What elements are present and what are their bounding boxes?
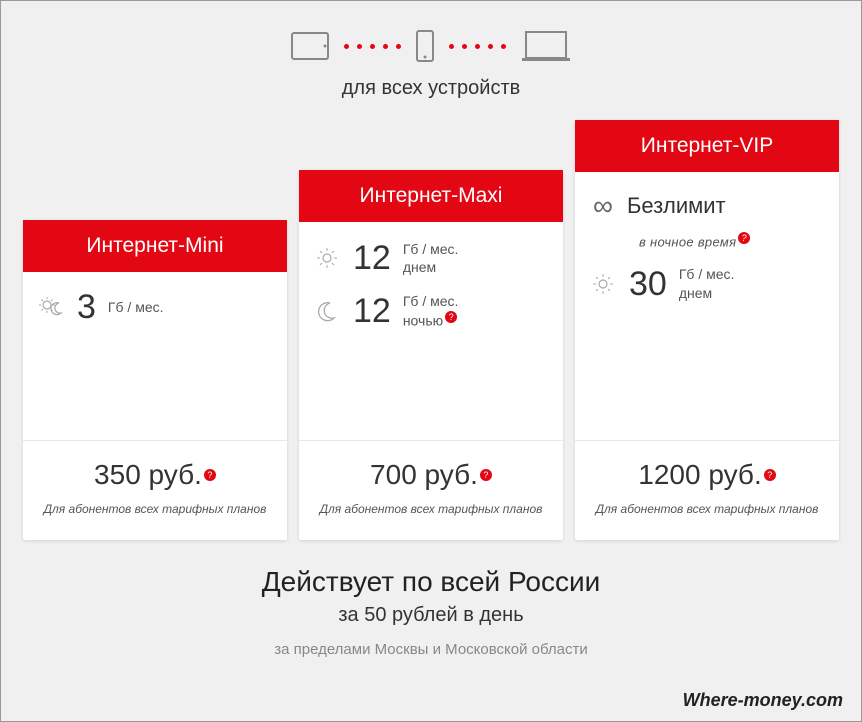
feature-unit: Гб / мес. ночью? — [403, 292, 459, 329]
help-icon[interactable]: ? — [764, 469, 776, 481]
feature-unlimited: ∞ Безлимит — [589, 190, 825, 222]
feature-anytime: 3 Гб / мес. — [37, 290, 273, 324]
plan-footer: 700 руб.? Для абонентов всех тарифных пл… — [299, 440, 563, 540]
plans-container: Интернет-Mini 3 Гб / мес. 350 руб.? Для … — [1, 120, 861, 540]
moon-icon — [313, 300, 341, 322]
feature-unit: Гб / мес. днем — [403, 240, 459, 276]
devices-caption: для всех устройств — [1, 77, 861, 100]
plan-body: 3 Гб / мес. — [23, 272, 287, 440]
help-icon[interactable]: ? — [204, 469, 216, 481]
laptop-icon — [520, 29, 572, 63]
plan-body: ∞ Безлимит в ночное время? 30 Гб / мес. … — [575, 172, 839, 440]
price-row: 700 руб.? — [313, 459, 549, 491]
connector-dots — [449, 44, 506, 49]
plan-vip[interactable]: Интернет-VIP ∞ Безлимит в ночное время? … — [575, 120, 839, 540]
price-row: 350 руб.? — [37, 459, 273, 491]
plan-footer: 350 руб.? Для абонентов всех тарифных пл… — [23, 440, 287, 540]
unit-bottom: днем — [403, 259, 436, 275]
sun-icon — [313, 246, 341, 270]
feature-value: 30 — [629, 267, 667, 301]
plan-title: Интернет-Maxi — [299, 170, 563, 222]
feature-unit: Гб / мес. — [108, 298, 164, 316]
unlimited-note: в ночное время? — [589, 232, 825, 249]
plan-title: Интернет-VIP — [575, 120, 839, 172]
bottom-section: Действует по всей России за 50 рублей в … — [1, 566, 861, 658]
feature-value: 12 — [353, 241, 391, 275]
devices-row — [1, 29, 861, 63]
sun-icon — [589, 272, 617, 296]
plan-note: Для абонентов всех тарифных планов — [313, 501, 549, 518]
feature-day: 30 Гб / мес. днем — [589, 265, 825, 301]
price: 700 руб. — [370, 459, 478, 490]
feature-unit: Гб / мес. днем — [679, 265, 735, 301]
plan-title: Интернет-Mini — [23, 220, 287, 272]
feature-value: 3 — [77, 290, 96, 324]
connector-dots — [344, 44, 401, 49]
plan-note: Для абонентов всех тарифных планов — [37, 501, 273, 518]
help-icon[interactable]: ? — [480, 469, 492, 481]
bottom-title: Действует по всей России — [1, 566, 861, 598]
plan-footer: 1200 руб.? Для абонентов всех тарифных п… — [575, 440, 839, 540]
unlimited-label: Безлимит — [627, 193, 726, 219]
tablet-icon — [290, 31, 330, 61]
bottom-sub1: за 50 рублей в день — [1, 604, 861, 627]
price-row: 1200 руб.? — [589, 459, 825, 491]
plan-body: 12 Гб / мес. днем 12 Гб / мес. ночью? — [299, 222, 563, 440]
price: 350 руб. — [94, 459, 202, 490]
feature-value: 12 — [353, 294, 391, 328]
bottom-sub2: за пределами Москвы и Московской области — [1, 641, 861, 658]
price: 1200 руб. — [638, 459, 761, 490]
unit-top: Гб / мес. — [403, 241, 459, 257]
feature-night: 12 Гб / мес. ночью? — [313, 292, 549, 329]
phone-icon — [415, 29, 435, 63]
plan-note: Для абонентов всех тарифных планов — [589, 501, 825, 518]
watermark: Where-money.com — [683, 690, 843, 711]
feature-day: 12 Гб / мес. днем — [313, 240, 549, 276]
infinity-icon: ∞ — [593, 190, 613, 222]
plan-maxi[interactable]: Интернет-Maxi 12 Гб / мес. днем 12 Гб / … — [299, 170, 563, 540]
unit-top: Гб / мес. — [679, 266, 735, 282]
unit-bottom: ночью — [403, 312, 443, 328]
unit-top: Гб / мес. — [403, 293, 459, 309]
help-icon[interactable]: ? — [738, 232, 750, 244]
unit-bottom: днем — [679, 285, 712, 301]
sun-moon-icon — [37, 295, 65, 319]
help-icon[interactable]: ? — [445, 311, 457, 323]
plan-mini[interactable]: Интернет-Mini 3 Гб / мес. 350 руб.? Для … — [23, 220, 287, 540]
